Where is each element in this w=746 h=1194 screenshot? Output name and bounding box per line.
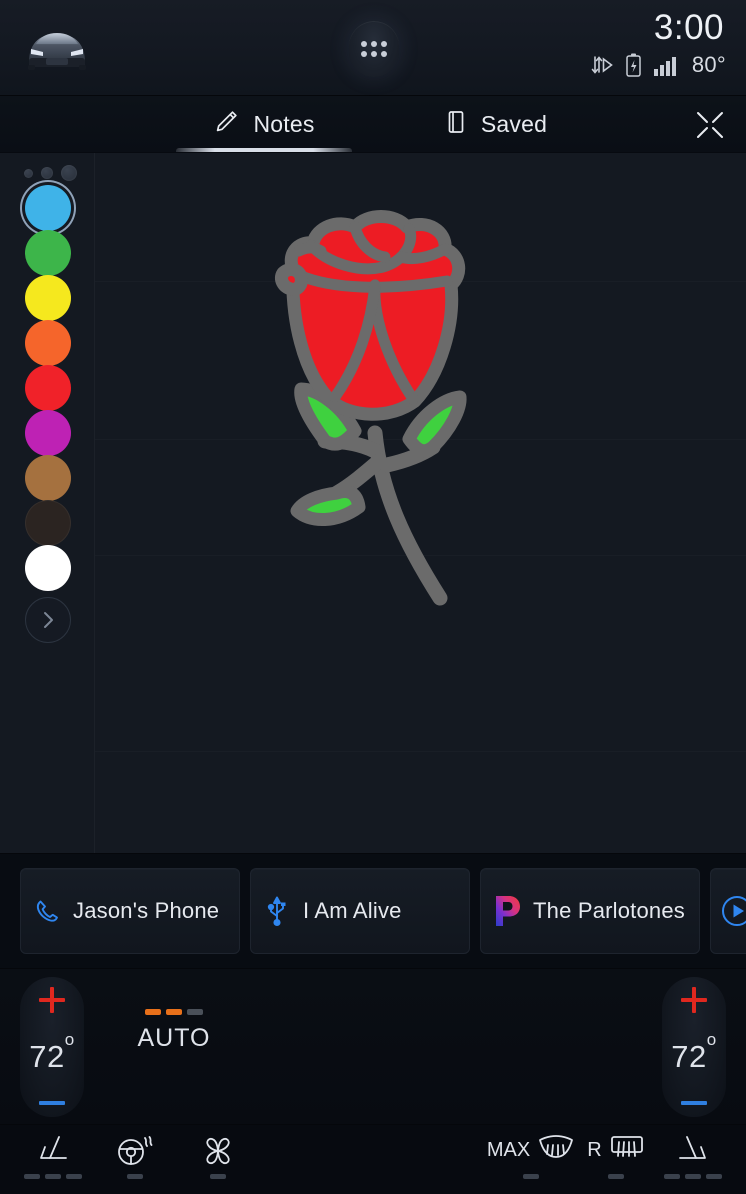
infotainment-screen: 3:00 <box>0 0 746 1194</box>
app-grid-icon[interactable] <box>349 21 399 77</box>
max-defrost-button[interactable]: MAX <box>486 1133 576 1179</box>
max-defrost-glyph: MAX <box>487 1133 575 1167</box>
app-shortcut-strip: Jason's Phone I Am Alive <box>0 853 746 968</box>
heat-level-indicator <box>127 1174 143 1179</box>
driver-temp-increase[interactable] <box>39 987 65 1013</box>
color-swatch-white[interactable] <box>25 545 71 591</box>
color-swatch-orange[interactable] <box>25 320 71 366</box>
driver-temp-value: 72o <box>29 1039 74 1075</box>
driver-temp-decrease[interactable] <box>39 1101 65 1105</box>
color-swatch-green[interactable] <box>25 230 71 276</box>
card-pandora-label: The Parlotones <box>533 898 685 924</box>
fan-button[interactable] <box>190 1133 246 1179</box>
seat-icon <box>675 1133 711 1167</box>
max-label: MAX <box>487 1139 530 1162</box>
card-media-player[interactable] <box>710 868 746 954</box>
color-swatch-black[interactable] <box>25 500 71 546</box>
phone-icon <box>21 898 73 924</box>
driver-heated-seat-button[interactable] <box>20 1133 86 1179</box>
color-palette-rail <box>0 153 95 853</box>
front-defrost-icon <box>537 1134 575 1167</box>
pencil-icon <box>213 109 239 140</box>
defrost-indicator <box>523 1174 539 1179</box>
passenger-temp-control: 72o <box>662 977 726 1117</box>
heated-steering-wheel-button[interactable] <box>107 1133 163 1179</box>
card-usb-label: I Am Alive <box>303 898 402 924</box>
tab-saved[interactable]: Saved <box>408 96 584 153</box>
passenger-heated-seat-button[interactable] <box>660 1133 726 1179</box>
auto-label: AUTO <box>128 1024 220 1053</box>
tab-saved-label: Saved <box>481 111 547 138</box>
passenger-temp-value: 72o <box>671 1039 716 1075</box>
usb-icon <box>251 896 303 926</box>
card-pandora[interactable]: The Parlotones <box>480 868 700 954</box>
color-swatch-magenta[interactable] <box>25 410 71 456</box>
auto-climate-button[interactable]: AUTO <box>128 1009 220 1053</box>
rear-defrost-glyph: R <box>587 1133 644 1167</box>
passenger-temp-increase[interactable] <box>681 987 707 1013</box>
passenger-temp-decrease[interactable] <box>681 1101 707 1105</box>
heat-level-indicator <box>24 1174 82 1179</box>
play-circle-icon <box>711 894 746 928</box>
heat-level-indicator <box>664 1174 722 1179</box>
signal-bars-icon <box>653 53 681 77</box>
status-icon-tray: 80° <box>590 52 726 78</box>
rear-label: R <box>587 1139 601 1162</box>
tab-bar: Notes Saved <box>0 96 746 153</box>
pandora-icon <box>481 895 533 927</box>
color-swatch-yellow[interactable] <box>25 275 71 321</box>
tab-active-indicator <box>176 148 352 152</box>
defrost-indicator <box>608 1174 624 1179</box>
card-usb-media[interactable]: I Am Alive <box>250 868 470 954</box>
chevron-right-icon[interactable] <box>25 597 71 643</box>
clock: 3:00 <box>654 8 724 48</box>
color-swatch-blue[interactable] <box>25 185 71 231</box>
driver-temp-control: 72o <box>20 977 84 1117</box>
brush-size-medium[interactable] <box>41 167 53 179</box>
tab-notes[interactable]: Notes <box>176 96 352 153</box>
rose-drawing <box>255 193 495 753</box>
rear-defrost-button[interactable]: R <box>578 1133 654 1179</box>
fan-speed-indicator <box>128 1009 220 1015</box>
rear-defrost-icon <box>609 1134 645 1167</box>
outside-temperature: 80° <box>692 52 726 78</box>
steering-wheel-icon <box>116 1133 154 1167</box>
climate-bar: 72o AUTO <box>0 968 746 1124</box>
card-phone-label: Jason's Phone <box>73 898 219 924</box>
battery-charging-icon <box>625 52 642 78</box>
tab-notes-label: Notes <box>253 111 314 138</box>
drawing-canvas-area[interactable] <box>0 153 746 853</box>
status-bar: 3:00 <box>0 0 746 96</box>
navigation-data-icon <box>590 53 614 77</box>
document-icon <box>445 109 467 140</box>
seat-icon <box>35 1133 71 1167</box>
car-front-icon[interactable] <box>24 22 90 72</box>
card-phone[interactable]: Jason's Phone <box>20 868 240 954</box>
brush-size-small[interactable] <box>24 169 33 178</box>
color-swatch-red[interactable] <box>25 365 71 411</box>
fan-level-indicator <box>210 1174 226 1179</box>
brush-size-large[interactable] <box>61 165 77 181</box>
grid-dots <box>361 41 387 57</box>
fan-icon <box>201 1133 235 1167</box>
brush-size-selector[interactable] <box>24 165 77 181</box>
color-swatch-brown[interactable] <box>25 455 71 501</box>
collapse-icon[interactable] <box>690 106 730 144</box>
hard-button-row: MAX R <box>0 1124 746 1194</box>
